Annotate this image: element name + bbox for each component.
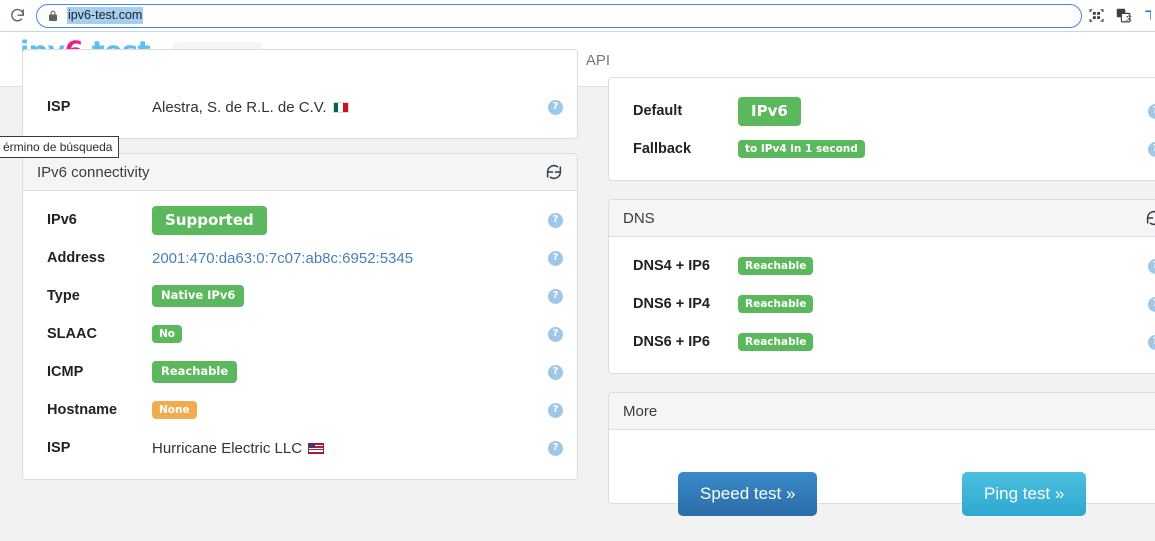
row-label: ISP	[47, 440, 152, 456]
row-label: Hostname	[47, 402, 152, 418]
ping-test-button[interactable]: Ping test »	[962, 472, 1086, 516]
panel-body: IPv6 Supported ? Address 2001:470:da63:0…	[23, 191, 577, 479]
address-bar[interactable]: ipv6-test.com	[36, 4, 1082, 28]
row-value: Reachable	[738, 295, 1148, 314]
url-text[interactable]: ipv6-test.com	[67, 7, 143, 24]
help-icon[interactable]: ?	[1148, 297, 1155, 312]
flag-mexico-icon	[333, 102, 349, 113]
table-row: ISP Alestra, S. de R.L. de C.V. ?	[23, 88, 577, 126]
row-value: No	[152, 325, 548, 344]
row-value: Reachable	[152, 361, 548, 383]
table-row: SLAAC No ?	[23, 315, 577, 353]
help-icon[interactable]: ?	[548, 365, 563, 380]
help-icon[interactable]: ?	[548, 100, 563, 115]
browser-toolbar: ipv6-test.com 文	[0, 0, 1155, 32]
row-label: DNS6 + IP4	[633, 296, 738, 312]
omnibox-actions: 文	[1088, 7, 1155, 24]
row-value: Alestra, S. de R.L. de C.V.	[152, 99, 548, 116]
row-label: Type	[47, 288, 152, 304]
help-icon[interactable]: ?	[548, 251, 563, 266]
browser-window: ipv6-test.com 文	[0, 0, 1155, 541]
table-row: ISP Hurricane Electric LLC ?	[23, 429, 577, 467]
help-icon[interactable]: ?	[1148, 335, 1155, 350]
right-column: Default IPv6 ? Fallback to IPv4 in 1 sec…	[608, 87, 1155, 518]
row-value: Native IPv6	[152, 285, 548, 307]
svg-text:文: 文	[1126, 13, 1132, 22]
status-badge: Reachable	[738, 295, 813, 314]
row-value: Reachable	[738, 333, 1148, 352]
status-badge: No	[152, 325, 182, 344]
refresh-icon[interactable]	[1145, 209, 1155, 227]
row-label: Default	[633, 103, 738, 119]
flag-usa-icon	[308, 443, 324, 454]
panel-title: More	[623, 403, 657, 420]
row-value: Hurricane Electric LLC	[152, 440, 548, 457]
dns-panel: DNS DNS4 + IP6 Reachable	[608, 199, 1155, 374]
isp-name: Hurricane Electric LLC	[152, 440, 302, 457]
row-value: Supported	[152, 206, 548, 235]
row-label: Address	[47, 250, 152, 266]
table-row: Default IPv6 ?	[609, 92, 1155, 130]
panel-header: IPv6 connectivity	[23, 154, 577, 191]
reload-icon[interactable]	[2, 1, 32, 31]
isp-name: Alestra, S. de R.L. de C.V.	[152, 99, 327, 116]
tooltip: érmino de búsqueda	[0, 136, 119, 158]
status-badge: Reachable	[738, 333, 813, 352]
row-value: Reachable	[738, 257, 1148, 276]
table-row: DNS6 + IP4 Reachable ?	[609, 285, 1155, 323]
status-badge: Reachable	[738, 257, 813, 276]
help-icon[interactable]: ?	[548, 289, 563, 304]
help-icon[interactable]: ?	[548, 441, 563, 456]
row-value: IPv6	[738, 97, 1148, 126]
ipv6-connectivity-panel: IPv6 connectivity IPv6	[22, 153, 578, 480]
lock-icon	[47, 9, 59, 23]
row-label: ISP	[47, 99, 152, 115]
ipv6-address[interactable]: 2001:470:da63:0:7c07:ab8c:6952:5345	[152, 250, 548, 267]
panel-title: DNS	[623, 210, 655, 227]
panel-title: IPv6 connectivity	[37, 164, 150, 181]
translate-icon[interactable]: 文	[1115, 7, 1132, 24]
help-icon[interactable]: ?	[548, 213, 563, 228]
ipv4-connectivity-panel: ISP Alestra, S. de R.L. de C.V. ?	[22, 49, 578, 139]
table-row: Hostname None ?	[23, 391, 577, 429]
table-row: Fallback to IPv4 in 1 second ?	[609, 130, 1155, 168]
speed-test-button[interactable]: Speed test »	[678, 472, 817, 516]
row-value: None	[152, 401, 548, 420]
qr-code-icon[interactable]	[1088, 7, 1105, 24]
browser-preference-panel: Default IPv6 ? Fallback to IPv4 in 1 sec…	[608, 77, 1155, 181]
status-badge: Supported	[152, 206, 267, 235]
table-row: DNS4 + IP6 Reachable ?	[609, 247, 1155, 285]
panel-header: DNS	[609, 200, 1155, 237]
row-label: DNS4 + IP6	[633, 258, 738, 274]
help-icon[interactable]: ?	[548, 327, 563, 342]
row-value: to IPv4 in 1 second	[738, 140, 1148, 159]
status-badge: None	[152, 401, 197, 420]
table-row: IPv6 Supported ?	[23, 201, 577, 239]
table-row: ICMP Reachable ?	[23, 353, 577, 391]
help-icon[interactable]: ?	[548, 403, 563, 418]
row-label: Fallback	[633, 141, 738, 157]
row-label: ICMP	[47, 364, 152, 380]
status-badge: Reachable	[152, 361, 237, 383]
status-badge: to IPv4 in 1 second	[738, 140, 865, 159]
help-icon[interactable]: ?	[1148, 259, 1155, 274]
status-badge: IPv6	[738, 97, 801, 126]
status-badge: Native IPv6	[152, 285, 244, 307]
profile-icon[interactable]	[1142, 7, 1151, 24]
panel-header: More	[609, 393, 1155, 430]
panel-body: DNS4 + IP6 Reachable ? DNS6 + IP4 Reacha…	[609, 237, 1155, 373]
row-label: DNS6 + IP6	[633, 334, 738, 350]
row-label: SLAAC	[47, 326, 152, 342]
table-row: DNS6 + IP6 Reachable ?	[609, 323, 1155, 361]
row-label: IPv6	[47, 212, 152, 228]
help-icon[interactable]: ?	[1148, 142, 1155, 157]
table-row: Address 2001:470:da63:0:7c07:ab8c:6952:5…	[23, 239, 577, 277]
refresh-icon[interactable]	[545, 163, 563, 181]
table-row: Type Native IPv6 ?	[23, 277, 577, 315]
help-icon[interactable]: ?	[1148, 104, 1155, 119]
